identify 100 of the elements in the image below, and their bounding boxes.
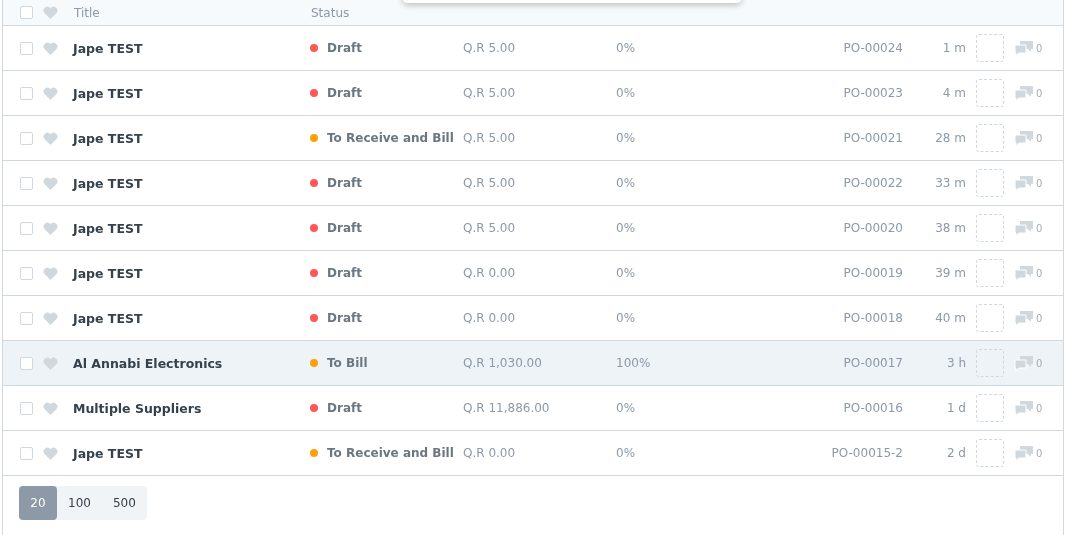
checkbox[interactable]	[20, 86, 33, 100]
comment-count: 0	[1036, 312, 1043, 324]
document-id: PO-00023	[842, 86, 903, 100]
list-row[interactable]: Jape TEST Draft Q.R 0.00 0% PO-00019 39 m 0	[3, 251, 1063, 296]
comment-count: 0	[1036, 177, 1043, 189]
comment-count: 0	[1036, 267, 1043, 279]
status-label: Draft	[327, 176, 362, 190]
record-title[interactable]: Al Annabi Electronics	[73, 355, 310, 371]
list-row[interactable]: Jape TEST Draft Q.R 5.00 0% PO-00022 33 m 0	[3, 161, 1063, 206]
heart-icon[interactable]	[43, 86, 58, 100]
percent-text: 0%	[616, 221, 637, 235]
percent-text: 100%	[616, 356, 652, 370]
status-label: To Bill	[327, 356, 368, 370]
percent-text: 0%	[616, 311, 637, 325]
status-label: Draft	[327, 221, 362, 235]
record-title[interactable]: Jape TEST	[73, 265, 310, 281]
document-id: PO-00021	[842, 131, 903, 145]
column-header: Title	[74, 5, 101, 20]
record-title[interactable]: Jape TEST	[73, 175, 310, 191]
page-size-button[interactable]: 100	[57, 486, 102, 520]
checkbox[interactable]	[20, 266, 33, 280]
record-title[interactable]: Jape TEST	[73, 445, 310, 461]
heart-icon[interactable]	[43, 131, 58, 145]
comment-count: 0	[1036, 222, 1043, 234]
document-id: PO-00019	[842, 266, 903, 280]
comment-icon	[1014, 130, 1034, 146]
modified-time: 1 m	[941, 41, 966, 55]
modified-time: 40 m	[934, 311, 966, 325]
comment-icon	[1014, 175, 1034, 191]
record-title[interactable]: Jape TEST	[73, 85, 310, 101]
heart-icon[interactable]	[43, 356, 58, 370]
percent-text: 0%	[616, 266, 637, 280]
comment-icon	[1014, 310, 1034, 326]
amount-text: Q.R 5.00	[463, 176, 517, 190]
heart-icon[interactable]	[43, 41, 58, 55]
modified-time: 1 d	[945, 401, 966, 415]
heart-icon[interactable]	[43, 221, 58, 235]
list-row[interactable]: Jape TEST Draft Q.R 5.00 0% PO-00020 38 m 0	[3, 206, 1063, 251]
column-header: Status	[311, 5, 350, 20]
avatar-placeholder	[976, 259, 1004, 287]
modified-time: 3 h	[945, 356, 966, 370]
list-row[interactable]: Multiple Suppliers Draft Q.R 11,886.00 0% PO-00016 1 d 0	[3, 386, 1063, 431]
list-row[interactable]: Jape TEST To Receive and Bill Q.R 5.00 0% PO-00021 28 m 0	[3, 116, 1063, 161]
heart-icon[interactable]	[43, 266, 58, 280]
list-row[interactable]: Jape TEST To Receive and Bill Q.R 0.00 0% PO-00015-2 2 d 0	[3, 431, 1063, 476]
amount-text: Q.R 0.00	[463, 266, 517, 280]
percent-text: 0%	[616, 176, 637, 190]
heart-icon[interactable]	[43, 6, 58, 19]
percent-text: 0%	[616, 41, 637, 55]
comment-count: 0	[1036, 42, 1043, 54]
list-row[interactable]: Jape TEST Draft Q.R 5.00 0% PO-00024 1 m 0	[3, 26, 1063, 71]
document-id: PO-00018	[842, 311, 903, 325]
record-title[interactable]: Jape TEST	[73, 310, 310, 326]
checkbox[interactable]	[20, 446, 33, 460]
checkbox[interactable]	[20, 401, 33, 415]
document-id: PO-00020	[842, 221, 903, 235]
modified-time: 39 m	[934, 266, 966, 280]
amount-text: Q.R 0.00	[463, 311, 517, 325]
status-label: Draft	[327, 86, 362, 100]
status-label: Draft	[327, 401, 362, 415]
record-title[interactable]: Multiple Suppliers	[73, 400, 310, 416]
comment-count: 0	[1036, 447, 1043, 459]
checkbox[interactable]	[20, 131, 33, 145]
document-id: PO-00015-2	[830, 446, 903, 460]
comment-icon	[1014, 220, 1034, 236]
amount-text: Q.R 5.00	[463, 221, 517, 235]
page-size-button[interactable]: 500	[101, 486, 147, 520]
modified-time: 2 d	[945, 446, 966, 460]
status-label: Draft	[327, 41, 362, 55]
amount-text: Q.R 5.00	[463, 131, 517, 145]
heart-icon[interactable]	[43, 446, 58, 460]
avatar-placeholder	[976, 169, 1004, 197]
checkbox[interactable]	[20, 6, 33, 19]
checkbox[interactable]	[20, 41, 33, 55]
heart-icon[interactable]	[43, 401, 58, 415]
record-title[interactable]: Jape TEST	[73, 220, 310, 236]
amount-text: Q.R 5.00	[463, 41, 517, 55]
comment-icon	[1014, 40, 1034, 56]
avatar-placeholder	[976, 34, 1004, 62]
percent-text: 0%	[616, 86, 637, 100]
checkbox[interactable]	[20, 221, 33, 235]
comment-icon	[1014, 445, 1034, 461]
heart-icon[interactable]	[43, 311, 58, 325]
record-title[interactable]: Jape TEST	[73, 40, 310, 56]
comment-count: 0	[1036, 87, 1043, 99]
checkbox[interactable]	[20, 356, 33, 370]
list-row[interactable]: Al Annabi Electronics To Bill Q.R 1,030.00 100% PO-00017 3 h 0	[3, 341, 1063, 386]
document-id: PO-00024	[842, 41, 903, 55]
comment-icon	[1014, 400, 1034, 416]
avatar-placeholder	[976, 394, 1004, 422]
comment-count: 0	[1036, 357, 1043, 369]
avatar-placeholder	[976, 79, 1004, 107]
comment-count: 0	[1036, 132, 1043, 144]
list-row[interactable]: Jape TEST Draft Q.R 5.00 0% PO-00023 4 m 0	[3, 71, 1063, 116]
checkbox[interactable]	[20, 311, 33, 325]
comment-count: 0	[1036, 402, 1043, 414]
record-title[interactable]: Jape TEST	[73, 130, 310, 146]
heart-icon[interactable]	[43, 176, 58, 190]
amount-text: Q.R 0.00	[463, 446, 517, 460]
checkbox[interactable]	[20, 176, 33, 190]
